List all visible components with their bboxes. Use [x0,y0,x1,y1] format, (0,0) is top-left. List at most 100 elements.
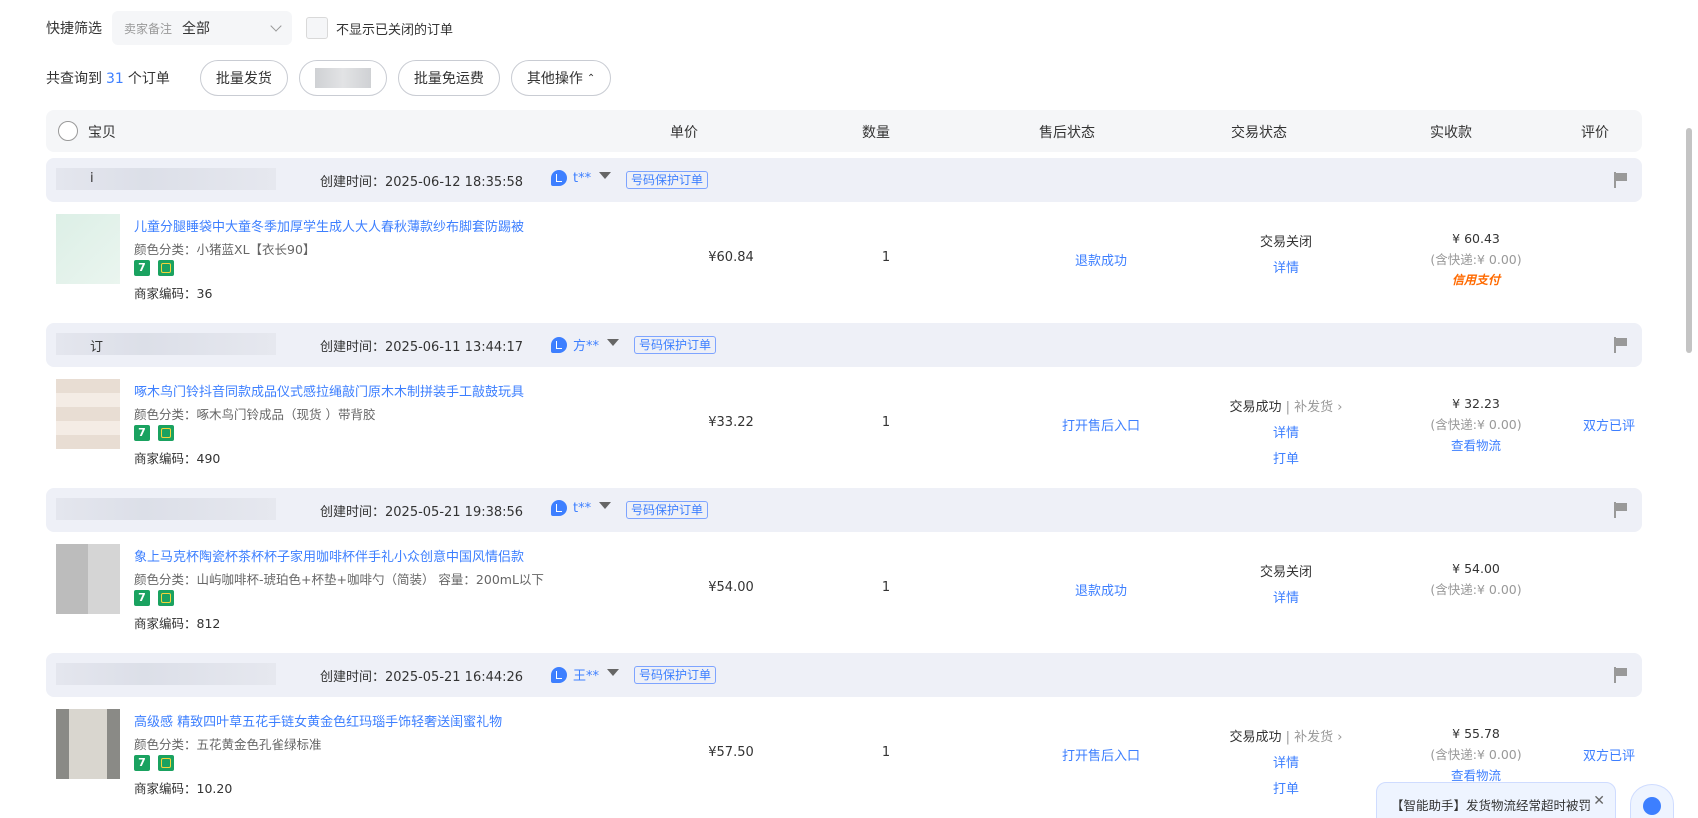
number-protect-badge: 号码保护订单 [626,501,709,519]
number-protect-badge: 号码保护订单 [634,336,717,354]
order-created-time: 创建时间：2025-06-11 13:44:17 [320,340,524,355]
reship-link[interactable]: | 补发货 › [1286,730,1343,745]
order-item-row: 象上马克杯陶瓷杯茶杯杯子家用咖啡杯伴手礼小众创意中国风情侣款 颜色分类：山屿咖啡… [46,532,1642,654]
select-all-checkbox[interactable] [58,121,78,141]
smart-assistant-popup[interactable]: 【智能助手】发货物流经常超时被罚 ✕ [1376,782,1616,818]
print-link[interactable]: 打单 [1216,447,1356,473]
unit-price: ¥54.00 [708,580,754,595]
order-count: 共查询到 31 个订单 [46,71,170,87]
product-thumbnail[interactable] [56,379,120,449]
col-trade-status: 交易状态 [1231,125,1287,141]
paid-shipping: (含快递:¥ 0.00) [1430,417,1522,432]
product-sku: 颜色分类：小猪蓝XL【衣长90】 [134,242,316,257]
scrollbar[interactable] [1680,0,1698,818]
paid-amount: ¥ 54.00 [1452,561,1500,576]
merchant-code: 商家编码：10.20 [134,781,233,796]
order-created-time: 创建时间：2025-05-21 16:44:26 [320,670,524,685]
batch-free-shipping-button[interactable]: 批量免运费 [397,60,500,96]
review-status[interactable]: 双方已评 [1576,745,1642,764]
buyer-name: t** [573,500,592,516]
hide-closed-checkbox[interactable] [306,17,328,39]
batch-ship-button[interactable]: 批量发货 [199,60,288,96]
product-title[interactable]: 啄木鸟门铃抖音同款成品仪式感拉绳敲门原木木制拼装手工敲鼓玩具 [134,381,524,400]
paid-shipping: (含快递:¥ 0.00) [1430,252,1522,267]
chat-icon [551,500,567,516]
service-badges: 7 [134,425,174,441]
buyer-chat[interactable]: 王** [551,665,620,684]
review-status[interactable]: 双方已评 [1576,415,1642,434]
product-sku: 颜色分类：啄木鸟门铃成品（现货 ）带背胶 [134,407,376,422]
after-sale-status[interactable]: 打开售后入口 [1026,745,1176,764]
number-protect-badge: 号码保护订单 [634,666,717,684]
flag-icon[interactable] [1614,337,1628,353]
order-header: 创建时间：2025-05-21 19:38:56 t** 号码保护订单 [46,488,1642,532]
detail-link[interactable]: 详情 [1216,421,1356,447]
print-link[interactable]: 打单 [1216,777,1356,803]
order-number-masked: i [56,168,276,190]
flag-icon[interactable] [1614,667,1628,683]
scrollbar-thumb[interactable] [1686,128,1692,353]
seller-note-select[interactable]: 卖家备注 全部 [112,11,292,45]
product-title[interactable]: 象上马克杯陶瓷杯茶杯杯子家用咖啡杯伴手礼小众创意中国风情侣款 [134,546,524,565]
filter-icon[interactable] [607,668,620,681]
assistant-avatar-icon[interactable] [1630,784,1674,818]
order-created-time: 创建时间：2025-05-21 19:38:56 [320,505,524,520]
reship-link[interactable]: | 补发货 › [1286,400,1343,415]
filter-icon[interactable] [599,502,612,514]
buyer-chat[interactable]: 方** [551,335,620,354]
trade-status-cell: 交易成功 | 补发货 › 详情 打单 [1216,725,1356,803]
order-card: i 创建时间：2025-06-12 18:35:58 t** 号码保护订单 儿童… [46,158,1642,324]
trade-status: 交易关闭 [1259,565,1312,580]
seven-day-return-icon: 7 [134,755,150,771]
assistant-text: 【智能助手】发货物流经常超时被罚 [1391,798,1592,813]
trade-status-cell: 交易关闭 详情 [1216,230,1356,282]
merchant-code: 商家编码：490 [134,451,221,466]
product-title[interactable]: 儿童分腿睡袋中大童冬季加厚学生成人大人春秋薄款纱布脚套防踢被 [134,216,524,235]
after-sale-status[interactable]: 退款成功 [1026,250,1176,269]
buyer-name: 方** [573,339,600,354]
chevron-up-icon: ⌃ [586,72,596,84]
product-thumbnail[interactable] [56,214,120,284]
buyer-chat[interactable]: t** [551,500,612,516]
filter-icon[interactable] [607,338,620,351]
other-ops-button[interactable]: 其他操作 ⌃ [510,60,612,96]
order-header: 创建时间：2025-05-21 16:44:26 王** 号码保护订单 [46,653,1642,697]
buyer-name: 王** [573,669,600,684]
number-protect-badge: 号码保护订单 [626,171,709,189]
col-after-sale: 售后状态 [1039,125,1095,141]
after-sale-status[interactable]: 退款成功 [1026,580,1176,599]
trade-status: 交易关闭 [1259,235,1312,250]
product-thumbnail[interactable] [56,544,120,614]
flag-icon[interactable] [1614,172,1628,188]
filter-icon[interactable] [599,172,612,184]
action-bar: 共查询到 31 个订单 批量发货 批量免运费 其他操作 ⌃ [46,60,622,96]
merchant-code: 商家编码：36 [134,286,213,301]
hide-closed-toggle[interactable]: 不显示已关闭的订单 [306,17,453,39]
product-title[interactable]: 高级感 精致四叶草五花手链女黄金色红玛瑙手饰轻奢送闺蜜礼物 [134,711,502,730]
blurred-button[interactable] [298,60,387,96]
paid-cell: ¥ 54.00 (含快递:¥ 0.00) [1406,558,1546,600]
order-header: i 创建时间：2025-06-12 18:35:58 t** 号码保护订单 [46,158,1642,202]
chevron-down-icon [270,20,282,32]
trade-status-cell: 交易成功 | 补发货 › 详情 打单 [1216,395,1356,473]
detail-link[interactable]: 详情 [1216,586,1356,612]
chat-icon [551,336,567,353]
after-sale-status[interactable]: 打开售后入口 [1026,415,1176,434]
unit-price: ¥57.50 [708,745,754,760]
buyer-chat[interactable]: t** [551,170,612,186]
view-logistics-link[interactable]: 查看物流 [1406,435,1546,456]
product-sku: 颜色分类：山屿咖啡杯-琥珀色+杯垫+咖啡勺（简装） 容量：200mL以下 [134,572,544,587]
flag-icon[interactable] [1614,502,1628,518]
product-thumbnail[interactable] [56,709,120,779]
merchant-code: 商家编码：812 [134,616,221,631]
paid-amount: ¥ 32.23 [1452,396,1500,411]
detail-link[interactable]: 详情 [1216,751,1356,777]
chat-icon [551,666,567,683]
guarantee-icon [158,590,174,606]
detail-link[interactable]: 详情 [1216,256,1356,282]
order-card: 创建时间：2025-05-21 19:38:56 t** 号码保护订单 象上马克… [46,488,1642,654]
hide-closed-label: 不显示已关闭的订单 [336,22,454,38]
trade-status-cell: 交易关闭 详情 [1216,560,1356,612]
paid-shipping: (含快递:¥ 0.00) [1430,582,1522,597]
close-icon[interactable]: ✕ [1593,793,1605,809]
